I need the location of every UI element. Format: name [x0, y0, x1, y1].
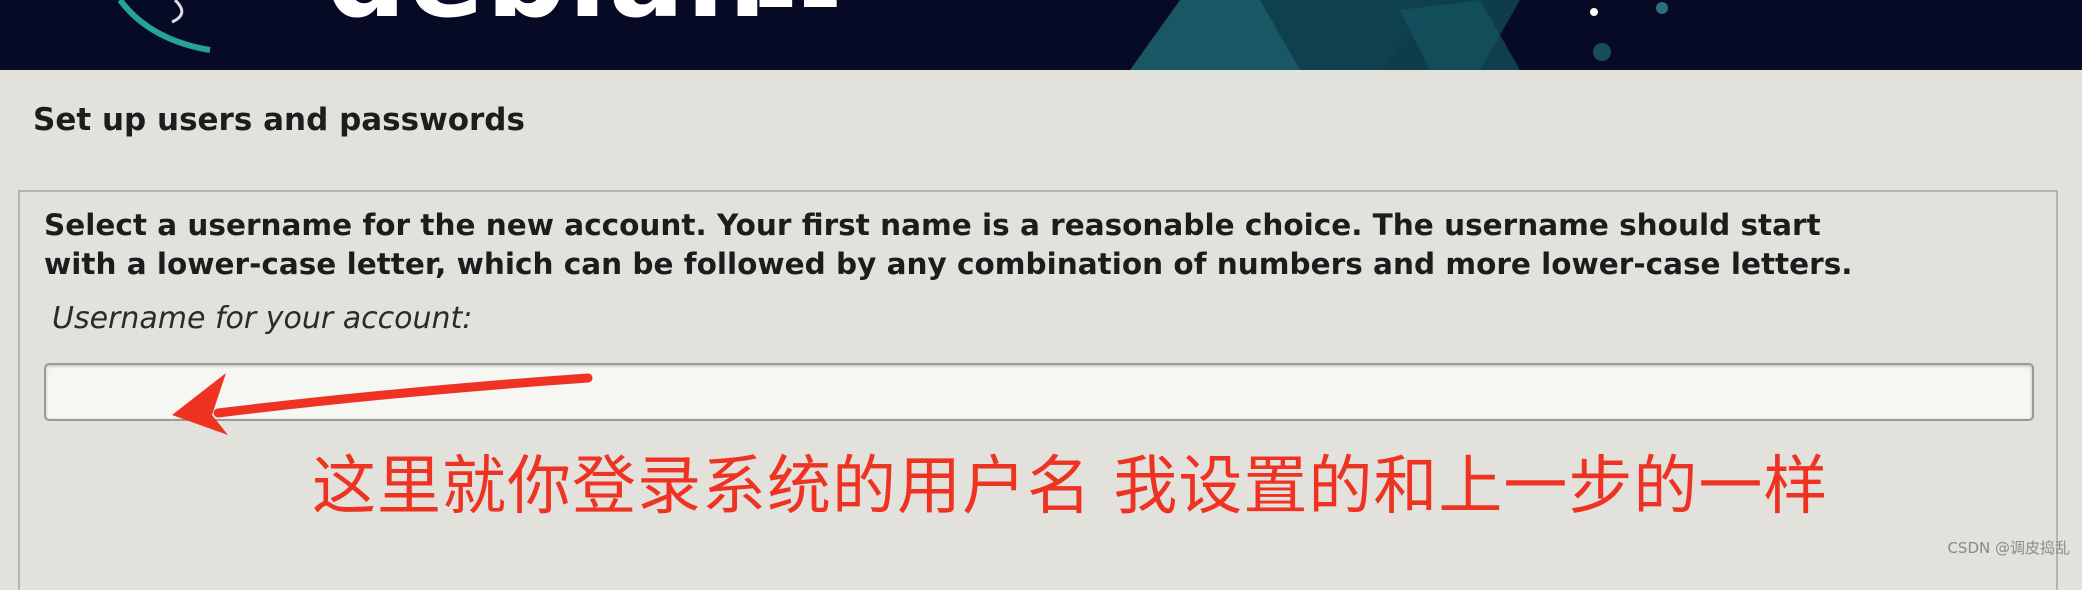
annotation-text: 这里就你登录系统的用户名 我设置的和上一步的一样 [312, 450, 1829, 524]
username-field-label: Username for your account: [52, 301, 473, 336]
instruction-text: Select a username for the new account. Y… [44, 206, 2034, 284]
watermark: CSDN @调皮捣乱 [1947, 539, 2070, 557]
debian-logo-text: debian [326, 0, 768, 34]
banner-decoration-icon [117, 0, 1668, 70]
debian-version-text: 11 [752, 0, 841, 18]
page-title: Set up users and passwords [33, 102, 525, 138]
instruction-line-1: Select a username for the new account. Y… [44, 208, 1821, 242]
instruction-line-2: with a lower-case letter, which can be f… [44, 247, 1853, 281]
installer-banner: debian 11 [0, 0, 2082, 70]
username-input[interactable] [44, 363, 2034, 421]
